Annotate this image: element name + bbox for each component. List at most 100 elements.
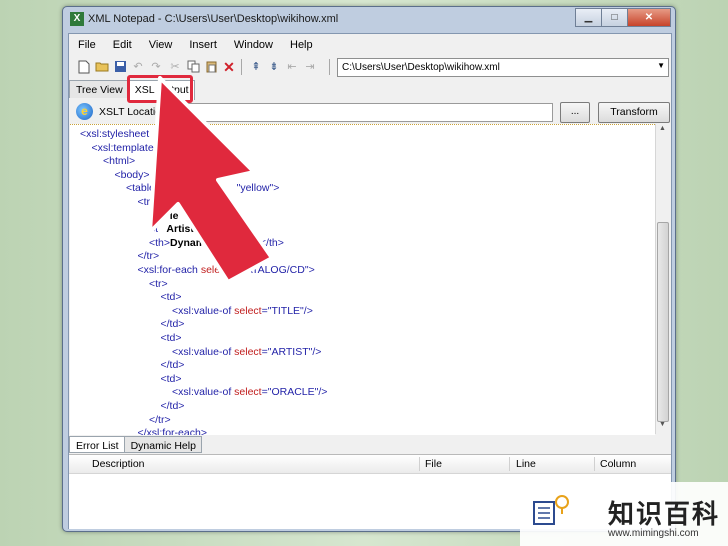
column-divider: [594, 457, 595, 471]
watermark-chinese-text: 知识百科: [608, 500, 721, 530]
code-token-attr: select: [234, 345, 262, 358]
menu-bar: File Edit View Insert Window Help: [69, 36, 321, 54]
code-token-tag: </td>: [160, 318, 185, 331]
title-bar[interactable]: X XML Notepad - C:\Users\User\Desktop\wi…: [63, 7, 675, 31]
undo-icon[interactable]: ↶: [131, 60, 145, 74]
code-token-tag: <tr>: [137, 196, 157, 208]
code-token-val: "TITLE"/>: [267, 304, 313, 317]
xml-notepad-app-icon: X: [70, 12, 84, 26]
column-column[interactable]: Column: [600, 458, 636, 470]
error-list-header: Description File Line Column: [69, 455, 671, 474]
xslt-location-label: XSLT Location: [99, 106, 167, 118]
nudge-left-icon[interactable]: ⇤: [285, 60, 299, 74]
code-line: </td>: [161, 359, 185, 372]
code-line: <td>: [161, 332, 182, 345]
code-line: <table b "yellow">: [126, 182, 279, 195]
nudge-right-icon[interactable]: ⇥: [303, 60, 317, 74]
code-token-txt: Artist: [158, 223, 194, 236]
code-line: <body>: [115, 169, 150, 182]
tab-tree-view[interactable]: Tree View: [69, 80, 129, 98]
code-token-tag: </td>: [160, 359, 185, 372]
browse-button[interactable]: ...: [560, 102, 590, 123]
copy-icon[interactable]: [186, 60, 200, 74]
nudge-up-icon[interactable]: ⇞: [249, 60, 263, 74]
watermark-url: www.mimingshi.com: [608, 528, 699, 539]
code-token-val: "ARTIST"/>: [267, 345, 322, 358]
code-token-tag: <xsl:template: [91, 141, 154, 154]
code-token-tag: <td>: [160, 332, 182, 344]
scroll-down-icon[interactable]: ▼: [659, 421, 666, 428]
code-token-val: "ORACLE"/>: [267, 386, 328, 399]
file-path-combobox[interactable]: C:\Users\User\Desktop\wikihow.xml ▼: [337, 58, 669, 77]
code-line: <xsl:value-of select="ORACLE"/>: [172, 386, 327, 399]
code-token-tag: </tr>: [149, 413, 171, 426]
window-controls: ▁ □ ✕: [575, 8, 671, 27]
column-file[interactable]: File: [425, 458, 442, 470]
chevron-down-icon[interactable]: ▼: [657, 61, 665, 70]
code-token-tag: <xsl:value-of: [172, 386, 235, 399]
menu-file[interactable]: File: [69, 36, 104, 54]
code-token-val: "1.0">: [184, 128, 213, 140]
code-line: <xsl:template: [92, 142, 154, 155]
code-token-txt: Dynam ntent: [170, 236, 260, 249]
code-token-tag: <xsl:value-of: [172, 345, 235, 358]
minimize-button[interactable]: ▁: [575, 8, 602, 27]
code-token-tag: <td>: [160, 372, 182, 385]
code-token-tag: <td>: [160, 291, 182, 304]
code-line: <xsl:value-of select="ARTIST"/>: [172, 346, 321, 359]
file-path-value: C:\Users\User\Desktop\wikihow.xml: [342, 62, 500, 73]
code-token-tag: <t: [149, 209, 159, 222]
code-line: <t Artist: [149, 223, 194, 236]
tab-dynamic-help[interactable]: Dynamic Help: [123, 436, 202, 453]
code-token-val: "CATALOG/CD">: [234, 264, 315, 276]
close-button[interactable]: ✕: [627, 8, 671, 27]
code-token-attr: [164, 182, 237, 194]
column-divider: [509, 457, 510, 471]
column-line[interactable]: Line: [516, 458, 536, 470]
code-line: <td>: [161, 291, 182, 304]
save-icon[interactable]: [113, 60, 127, 74]
code-line: </td>: [161, 400, 185, 413]
code-token-attr: select: [200, 264, 229, 276]
code-line: <th>Dynam ntent</th>: [149, 237, 284, 250]
code-line: </xsl:for-each>: [138, 427, 207, 435]
tab-error-list[interactable]: Error List: [69, 436, 125, 453]
nudge-down-icon[interactable]: ⇟: [267, 60, 281, 74]
cut-icon[interactable]: ✂: [168, 60, 182, 74]
menu-insert[interactable]: Insert: [180, 36, 225, 54]
scroll-up-icon[interactable]: ▲: [659, 125, 666, 132]
scrollbar-thumb[interactable]: [657, 222, 669, 422]
open-folder-icon[interactable]: [95, 60, 109, 74]
redo-icon[interactable]: ↷: [149, 60, 163, 74]
xsl-output-code-view[interactable]: <xsl:stylesheet "1.0"> <xsl:template <html…: [70, 124, 655, 435]
maximize-button[interactable]: □: [601, 8, 628, 27]
paste-icon[interactable]: [204, 60, 218, 74]
code-token-tag: <xsl:value-of: [172, 304, 235, 317]
toolbar-separator: [241, 59, 242, 75]
code-token-tag: <th>: [149, 236, 171, 249]
vertical-scrollbar[interactable]: ▲ ▼: [655, 124, 671, 434]
code-token-tag: <body>: [114, 168, 150, 181]
code-token-tag: <table b: [126, 182, 164, 195]
transform-button[interactable]: Transform: [598, 102, 670, 123]
code-token-tag: </th>: [259, 236, 284, 249]
code-token-attr: [149, 128, 184, 140]
client-area: File Edit View Insert Window Help ↶ ↷ ✂: [68, 33, 672, 529]
menu-window[interactable]: Window: [225, 36, 281, 54]
xml-notepad-window: X XML Notepad - C:\Users\User\Desktop\wi…: [62, 6, 676, 532]
menu-edit[interactable]: Edit: [104, 36, 140, 54]
xslt-location-input[interactable]: [179, 103, 553, 122]
code-token-tag: <t: [149, 223, 159, 236]
menu-help[interactable]: Help: [281, 36, 321, 54]
code-token-txt: le: [158, 209, 179, 222]
column-description[interactable]: Description: [92, 458, 145, 470]
code-token-tag: <html>: [103, 155, 136, 168]
code-token-tag: </xsl:for-each>: [137, 427, 207, 435]
code-token-tag: </tr>: [137, 250, 160, 263]
delete-icon[interactable]: ✕: [222, 60, 236, 74]
toolbar-separator: [329, 59, 330, 75]
window-title: XML Notepad - C:\Users\User\Desktop\wiki…: [88, 13, 339, 25]
watermark: 知识百科 www.mimingshi.com: [520, 482, 728, 546]
new-file-icon[interactable]: [77, 60, 91, 74]
menu-view[interactable]: View: [140, 36, 181, 54]
